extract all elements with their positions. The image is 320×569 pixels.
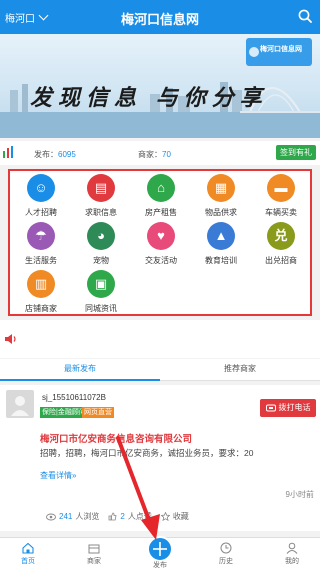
merchant-stat: 商家：70 (138, 150, 171, 159)
publish-label: 发布 (153, 562, 167, 569)
home-icon (22, 542, 34, 554)
post-username: sj_15510611072B (42, 393, 106, 402)
category-label: 同城资讯 (85, 304, 117, 313)
user-icon (286, 542, 298, 554)
publish-count: 6095 (58, 150, 76, 159)
category-car[interactable]: ▬ 车辆买卖 (256, 174, 306, 220)
category-label: 房产租售 (145, 208, 177, 217)
category-heart[interactable]: ♥ 交友活动 (136, 222, 186, 268)
publish-button[interactable] (147, 536, 173, 562)
tab-latest[interactable]: 最新发布 (0, 359, 160, 381)
nav-history[interactable]: 历史 (206, 542, 246, 566)
graduation-cap-icon: ▲ (207, 222, 235, 250)
category-briefcase[interactable]: ▤ 求职信息 (76, 174, 126, 220)
category-badge: 保险|金融顾问 (40, 407, 88, 418)
banner[interactable]: 发现信息 与你分享 梅河口信息网 (0, 34, 320, 138)
thumbs-up-icon[interactable] (108, 512, 117, 521)
feed-tabs: 最新发布 推荐商家 (0, 359, 320, 381)
signin-button[interactable]: 签到有礼 (276, 145, 316, 160)
category-grid: ☺ 人才招聘 ▤ 求职信息 ⌂ 房产租售 ▦ 物品供求 ▬ 车辆买卖 ☂ 生活服务 ◕ 宠物 ♥ 交友活动 ▲ 教… (8, 169, 312, 316)
favorite-label[interactable]: 收藏 (173, 511, 189, 522)
notice-bar (0, 320, 320, 358)
status-badge: 网页直营 (82, 407, 114, 418)
call-button[interactable]: 拨打电话 (260, 399, 316, 417)
search-icon[interactable] (298, 9, 312, 23)
tab-merchants[interactable]: 推荐商家 (160, 359, 320, 381)
post-description: 招聘，招聘，梅河口市亿安商务，诚招业务员，要求：20 (40, 448, 254, 458)
page-title: 梅河口信息网 (120, 12, 199, 27)
cart-icon: ▦ (207, 174, 235, 202)
store-icon: ▥ (27, 270, 55, 298)
news-icon: ▣ (87, 270, 115, 298)
category-news[interactable]: ▣ 同城资讯 (76, 270, 126, 316)
dog-icon: ◕ (87, 222, 115, 250)
publish-stat: 发布：6095 (34, 150, 76, 159)
category-house[interactable]: ⌂ 房产租售 (136, 174, 186, 220)
post-meta: 241 人浏览 2 人点赞 收藏 (46, 511, 189, 522)
merchant-count: 70 (162, 150, 171, 159)
nav-mine[interactable]: 我的 (272, 542, 312, 566)
speaker-icon (5, 334, 16, 344)
car-icon: ▬ (267, 174, 295, 202)
briefcase-icon: ▤ (87, 174, 115, 202)
shop-icon (88, 544, 100, 554)
views-count: 241 (59, 512, 73, 521)
heart-icon: ♥ (147, 222, 175, 250)
category-exchange[interactable]: 兑出兑招商 (256, 222, 306, 268)
category-cart[interactable]: ▦ 物品供求 (196, 174, 246, 220)
category-person-search[interactable]: ☺ 人才招聘 (16, 174, 66, 220)
category-store[interactable]: ▥ 店铺商家 (16, 270, 66, 316)
person-search-icon: ☺ (27, 174, 55, 202)
favorite-icon[interactable] (160, 512, 170, 521)
category-label: 交友活动 (145, 256, 177, 265)
category-graduation-cap[interactable]: ▲ 教育培训 (196, 222, 246, 268)
likes-count: 2 (120, 512, 125, 521)
banner-logo-text: 梅河口信息网 (260, 46, 302, 53)
nav-home[interactable]: 首页 (8, 542, 48, 566)
phone-icon (265, 404, 276, 412)
category-label: 人才招聘 (25, 208, 57, 217)
category-label: 宠物 (93, 256, 109, 265)
clock-icon (220, 542, 232, 554)
category-label: 生活服务 (25, 256, 57, 265)
category-label: 求职信息 (85, 208, 117, 217)
bar-chart-icon (3, 146, 13, 158)
category-dog[interactable]: ◕ 宠物 (76, 222, 126, 268)
post-card[interactable]: sj_15510611072B 保险|金融顾问 网页直营 拨打电话 梅河口市亿安… (0, 385, 320, 531)
plus-icon (153, 542, 167, 556)
banner-slogan: 发现信息 与你分享 (30, 85, 268, 111)
top-bar: 梅河口 梅河口信息网 (0, 0, 320, 34)
category-label: 物品供求 (205, 208, 237, 217)
category-label: 店铺商家 (25, 304, 57, 313)
nav-merchants[interactable]: 商家 (74, 542, 114, 566)
avatar[interactable] (6, 390, 34, 418)
category-label: 车辆买卖 (265, 208, 297, 217)
view-details-link[interactable]: 查看详情» (40, 470, 76, 481)
category-label: 教育培训 (205, 256, 237, 265)
house-icon: ⌂ (147, 174, 175, 202)
category-label: 出兑招商 (265, 256, 297, 265)
post-time: 9小时前 (285, 490, 314, 499)
category-umbrella[interactable]: ☂ 生活服务 (16, 222, 66, 268)
company-name[interactable]: 梅河口市亿安商务信息咨询有限公司 (40, 431, 192, 445)
umbrella-icon: ☂ (27, 222, 55, 250)
eye-icon (46, 513, 56, 520)
user-icon (11, 396, 29, 416)
stats-bar: 发布：6095 商家：70 签到有礼 (0, 141, 320, 165)
exchange-icon: 兑 (267, 222, 295, 250)
